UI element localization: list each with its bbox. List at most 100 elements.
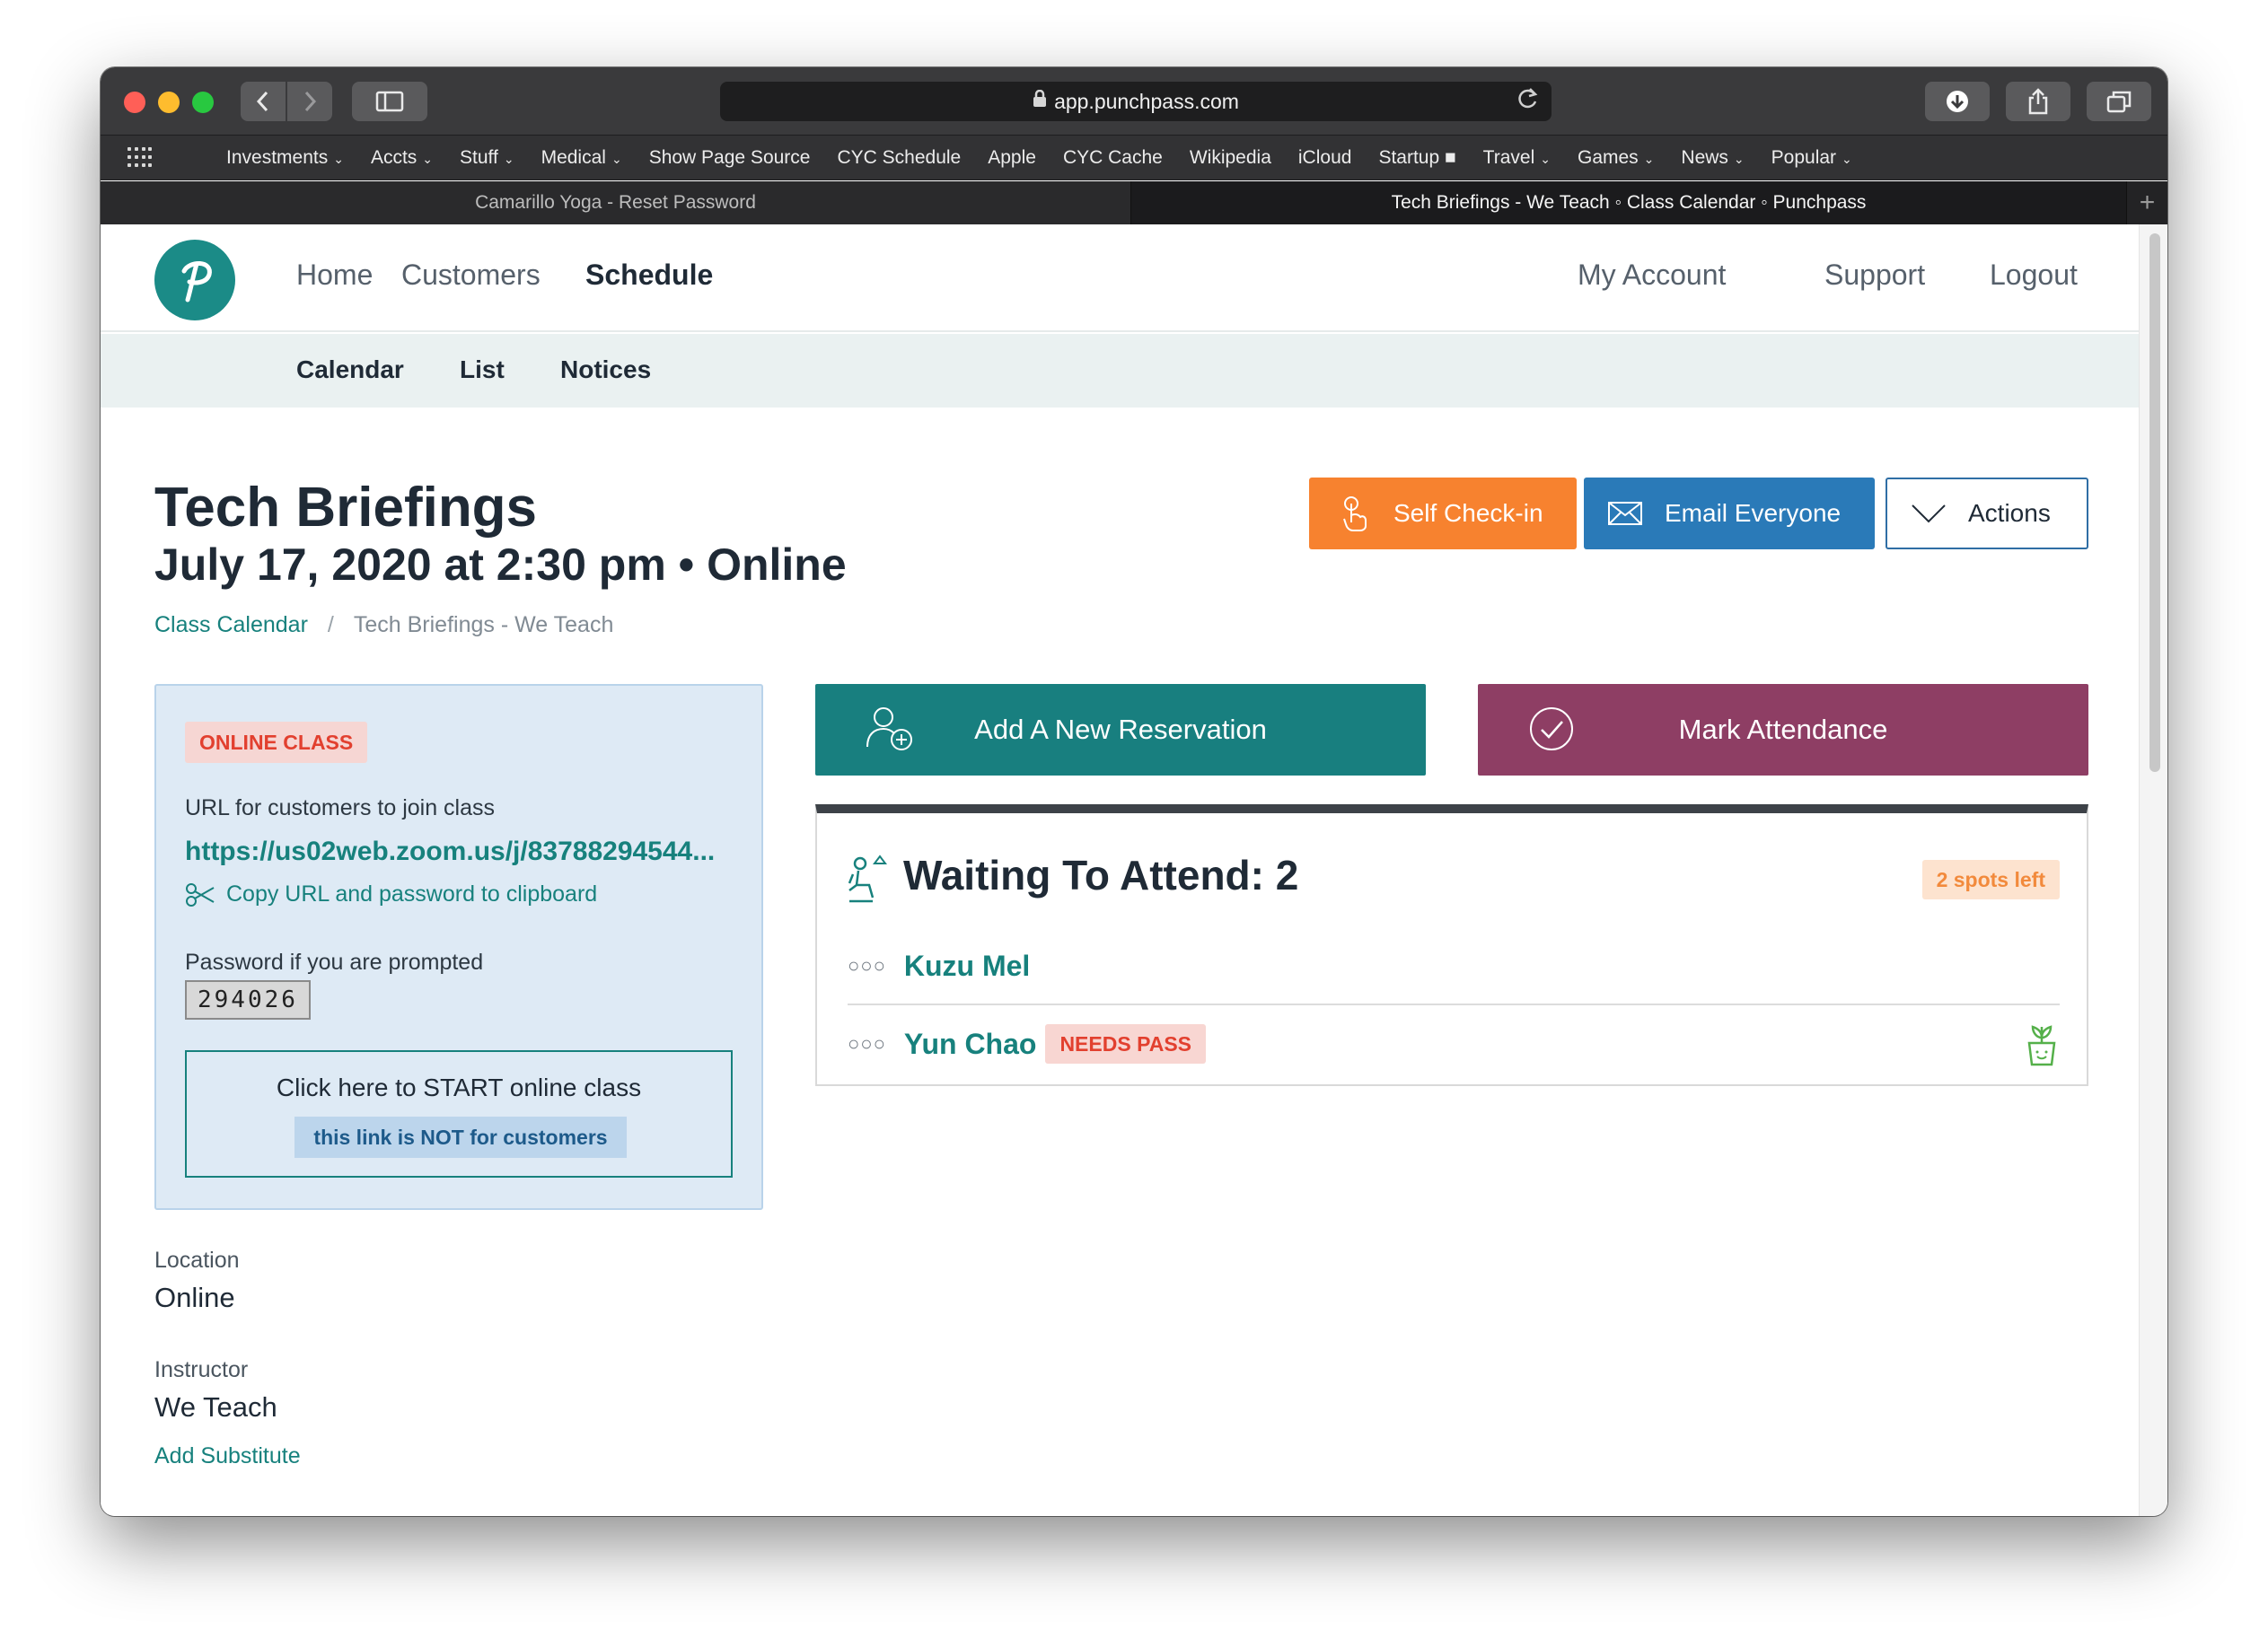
join-url-label: URL for customers to join class — [185, 795, 496, 820]
scrollbar-thumb[interactable] — [2149, 233, 2160, 772]
apps-grid-icon[interactable] — [127, 147, 153, 169]
nav-home[interactable]: Home — [296, 259, 373, 292]
copy-url-button[interactable]: Copy URL and password to clipboard — [185, 881, 597, 907]
self-checkin-label: Self Check-in — [1393, 499, 1543, 527]
bookmark-item[interactable]: Accts ⌄ — [371, 147, 433, 169]
close-window-button[interactable] — [124, 92, 145, 113]
minimize-window-button[interactable] — [158, 92, 180, 113]
bookmarks-bar: Investments ⌄ Accts ⌄ Stuff ⌄ Medical ⌄ Show Pag… — [101, 136, 2167, 180]
downloads-button[interactable] — [1925, 82, 1990, 121]
nav-support[interactable]: Support — [1824, 259, 1925, 292]
chevron-down-icon: ⌄ — [1643, 152, 1655, 166]
address-bar[interactable]: app.punchpass.com — [720, 82, 1552, 121]
chevron-right-icon — [304, 91, 317, 112]
self-checkin-button[interactable]: Self Check-in — [1309, 478, 1577, 549]
bookmark-label: CYC Schedule — [837, 147, 962, 168]
email-everyone-button[interactable]: Email Everyone — [1584, 478, 1875, 549]
add-user-icon — [866, 706, 916, 761]
punchpass-logo[interactable] — [154, 240, 235, 320]
check-circle-icon — [1528, 706, 1575, 759]
bookmark-item[interactable]: Stuff ⌄ — [460, 147, 514, 169]
not-for-customers-note: this link is NOT for customers — [294, 1117, 627, 1158]
chevron-down-icon: ⌄ — [1842, 152, 1852, 166]
bookmark-item[interactable]: News ⌄ — [1681, 147, 1744, 169]
online-class-card: ONLINE CLASS URL for customers to join c… — [154, 684, 763, 1210]
chevron-down-icon: ⌄ — [333, 152, 344, 166]
chevron-down-icon: ⌄ — [611, 152, 622, 166]
bookmark-label: Travel — [1482, 147, 1535, 168]
online-class-badge: ONLINE CLASS — [185, 722, 368, 763]
breadcrumb-class-calendar[interactable]: Class Calendar — [154, 612, 308, 637]
needs-pass-badge: NEEDS PASS — [1045, 1024, 1206, 1064]
bookmark-item[interactable]: Apple — [988, 147, 1036, 169]
join-url-link[interactable]: https://us02web.zoom.us/j/83788294544... — [185, 837, 756, 867]
bookmark-item[interactable]: Investments ⌄ — [226, 147, 344, 169]
waiting-to-attend-card: Waiting To Attend: 2 2 spots left ○○○ Ku… — [815, 804, 2088, 1086]
page-content: Home Customers Schedule My Account Suppo… — [101, 224, 2139, 1516]
bookmark-label: Stuff — [460, 147, 498, 168]
class-datetime: July 17, 2020 at 2:30 pm • Online — [154, 539, 847, 590]
bookmark-item[interactable]: Games ⌄ — [1578, 147, 1654, 169]
spots-left-badge: 2 spots left — [1921, 860, 2060, 899]
page-scrollbar[interactable] — [2139, 224, 2167, 1516]
bookmark-label: CYC Cache — [1062, 147, 1163, 168]
email-everyone-label: Email Everyone — [1665, 499, 1842, 527]
nav-customers[interactable]: Customers — [401, 259, 541, 292]
actions-dropdown-button[interactable]: Actions — [1886, 478, 2088, 549]
start-online-class-button[interactable]: Click here to START online class this li… — [185, 1050, 733, 1178]
bookmark-item[interactable]: iCloud — [1298, 147, 1352, 169]
add-substitute-link[interactable]: Add Substitute — [154, 1443, 301, 1469]
bookmark-item[interactable]: Popular ⌄ — [1771, 147, 1852, 169]
zoom-window-button[interactable] — [192, 92, 214, 113]
sidebar-toggle-button[interactable] — [352, 82, 427, 121]
reservation-row: ○○○ Yun Chao NEEDS PASS — [848, 1005, 2060, 1083]
bookmark-item[interactable]: Startup ■ — [1378, 147, 1455, 169]
browser-window: app.punchpass.com Investments ⌄ Accts ⌄ Stuf… — [101, 67, 2167, 1516]
bookmark-label: Wikipedia — [1189, 147, 1271, 168]
tab-tech-briefings[interactable]: Tech Briefings - We Teach ◦ Class Calend… — [1131, 181, 2126, 224]
breadcrumb: Class Calendar / Tech Briefings - We Teach — [154, 612, 613, 638]
subnav-notices[interactable]: Notices — [560, 355, 651, 384]
password-label: Password if you are prompted — [185, 950, 484, 975]
attendee-name[interactable]: Kuzu Mel — [904, 950, 1030, 983]
bookmark-item[interactable]: CYC Cache — [1063, 147, 1163, 169]
more-options-icon[interactable]: ○○○ — [848, 1032, 886, 1056]
bookmark-item[interactable]: Show Page Source — [649, 147, 811, 169]
chevron-down-icon: ⌄ — [1733, 152, 1745, 166]
back-button[interactable] — [241, 82, 286, 121]
new-tab-button[interactable]: + — [2126, 181, 2167, 224]
tabs-icon — [2106, 91, 2132, 113]
nav-my-account[interactable]: My Account — [1578, 259, 1726, 292]
add-reservation-button[interactable]: Add A New Reservation — [815, 684, 1426, 776]
subnav-calendar[interactable]: Calendar — [296, 355, 404, 384]
mark-attendance-button[interactable]: Mark Attendance — [1478, 684, 2088, 776]
location-label: Location — [154, 1248, 240, 1273]
scissors-icon — [186, 882, 215, 907]
start-online-class-label: Click here to START online class — [276, 1074, 642, 1101]
new-customer-plant-icon — [2024, 1023, 2060, 1071]
bookmark-item[interactable]: CYC Schedule — [837, 147, 961, 169]
tab-overview-button[interactable] — [2087, 82, 2151, 121]
waiting-to-attend-title: Waiting To Attend: 2 — [903, 852, 1299, 899]
attendee-name[interactable]: Yun Chao — [904, 1028, 1037, 1061]
instructor-label: Instructor — [154, 1357, 249, 1382]
address-url: app.punchpass.com — [1054, 89, 1239, 113]
forward-button[interactable] — [287, 82, 332, 121]
bookmark-item[interactable]: Wikipedia — [1190, 147, 1271, 169]
share-button[interactable] — [2006, 82, 2070, 121]
nav-logout[interactable]: Logout — [1990, 259, 2078, 292]
more-options-icon[interactable]: ○○○ — [848, 954, 886, 977]
touch-hand-icon — [1334, 495, 1374, 531]
reload-icon[interactable] — [1516, 87, 1539, 118]
bookmark-item[interactable]: Travel ⌄ — [1483, 147, 1551, 169]
bookmark-item[interactable]: Medical ⌄ — [541, 147, 622, 169]
subnav-list[interactable]: List — [460, 355, 505, 384]
bookmark-label: Popular — [1771, 147, 1837, 168]
bookmark-label: Startup ■ — [1378, 147, 1456, 168]
lock-icon — [1033, 89, 1047, 113]
reservation-row: ○○○ Kuzu Mel — [848, 928, 2060, 1005]
bookmark-label: Show Page Source — [648, 147, 811, 168]
nav-schedule[interactable]: Schedule — [585, 259, 713, 292]
password-value: 294026 — [185, 980, 311, 1020]
tab-reset-password[interactable]: Camarillo Yoga - Reset Password — [101, 181, 1131, 224]
